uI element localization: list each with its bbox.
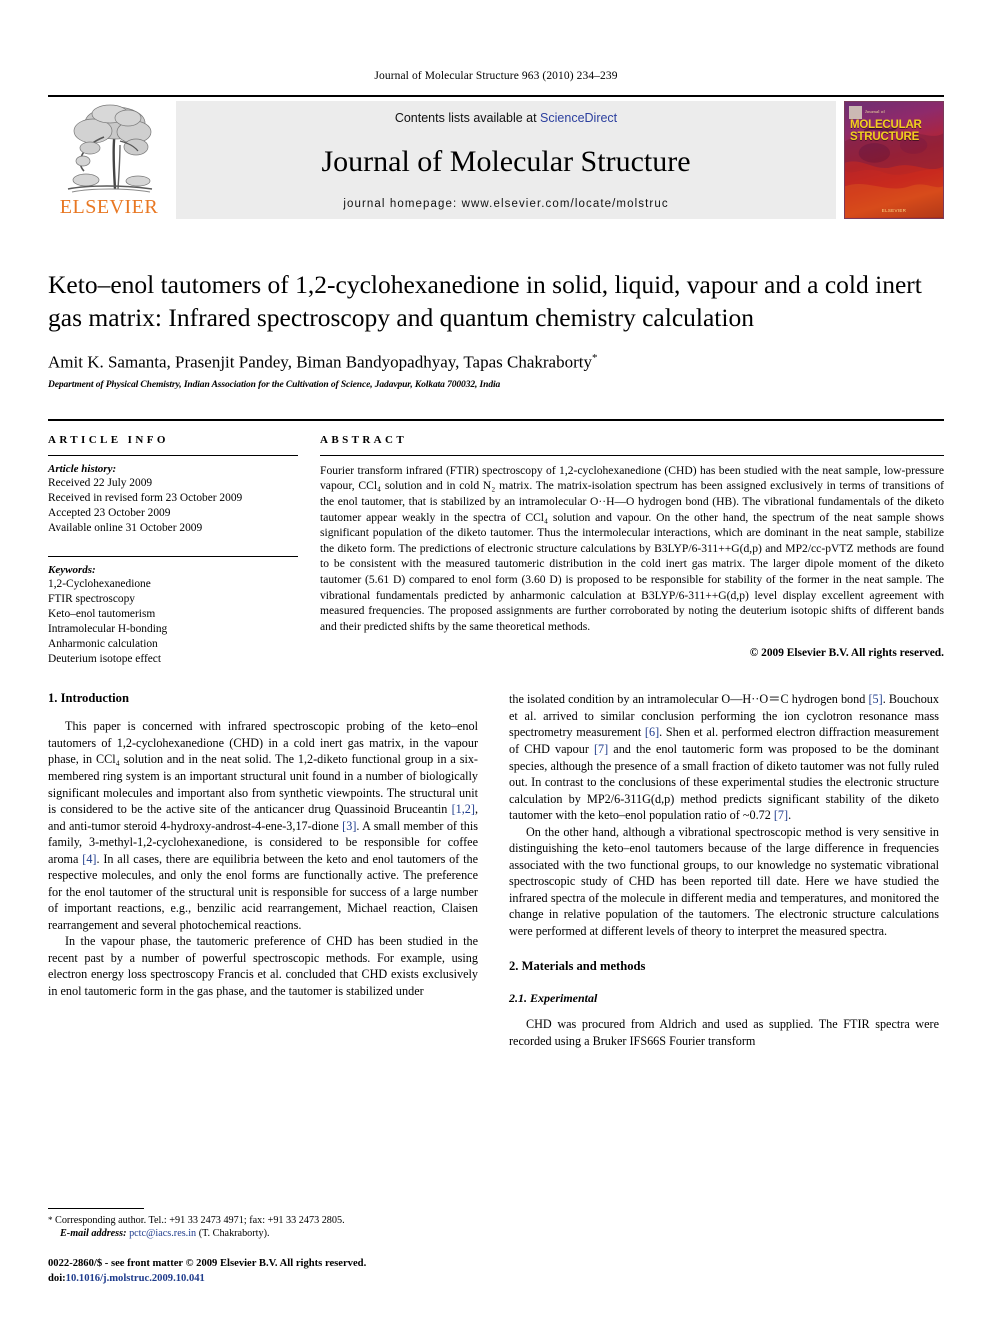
citation-link[interactable]: [4] bbox=[82, 852, 96, 866]
cover-title-line1: MOLECULAR bbox=[850, 119, 922, 131]
history-item: Received in revised form 23 October 2009 bbox=[48, 491, 243, 504]
abstract-column: ABSTRACT Fourier transform infrared (FTI… bbox=[320, 434, 944, 667]
article-page: Journal of Molecular Structure 963 (2010… bbox=[0, 0, 992, 1323]
body-column-right: the isolated condition by an intramolecu… bbox=[509, 691, 939, 1049]
keyword-item: Deuterium isotope effect bbox=[48, 653, 162, 666]
corresponding-author-text: Corresponding author. Tel.: +91 33 2473 … bbox=[55, 1214, 345, 1226]
intro-paragraph-2: In the vapour phase, the tautomeric pref… bbox=[48, 934, 478, 998]
contents-prefix: Contents lists available at bbox=[394, 111, 541, 125]
journal-cover-thumbnail[interactable]: Journal of MOLECULAR STRUCTURE ELSEVIER bbox=[844, 101, 944, 219]
title-block: Keto–enol tautomers of 1,2-cyclohexanedi… bbox=[48, 269, 944, 390]
article-info-divider bbox=[48, 454, 298, 456]
keywords-block: Keywords: 1,2-Cyclohexanedione FTIR spec… bbox=[48, 556, 298, 667]
keyword-item: FTIR spectroscopy bbox=[48, 593, 135, 606]
corresponding-author-marker: * bbox=[591, 352, 598, 365]
elsevier-wordmark: ELSEVIER bbox=[59, 196, 159, 218]
keywords-label: Keywords: bbox=[48, 564, 96, 577]
footnote-block: * Corresponding author. Tel.: +91 33 247… bbox=[48, 1207, 478, 1287]
journal-title: Journal of Molecular Structure bbox=[321, 144, 691, 178]
cover-bottom-label: ELSEVIER bbox=[881, 208, 907, 213]
elsevier-logo: ELSEVIER bbox=[48, 97, 170, 223]
affiliation: Department of Physical Chemistry, Indian… bbox=[48, 379, 501, 390]
article-history-label: Article history: bbox=[48, 462, 117, 475]
contents-available-line: Contents lists available at ScienceDirec… bbox=[395, 111, 617, 125]
corresponding-author-note: * Corresponding author. Tel.: +91 33 247… bbox=[48, 1214, 478, 1242]
citation-link[interactable]: [1,2] bbox=[452, 802, 475, 816]
body-column-left: 1. Introduction This paper is concerned … bbox=[48, 691, 478, 1049]
subsection-heading-experimental: 2.1. Experimental bbox=[509, 991, 598, 1006]
citation-link[interactable]: [7] bbox=[594, 742, 608, 756]
cover-top-label: Journal of bbox=[865, 109, 886, 114]
elsevier-tree-icon bbox=[67, 104, 153, 193]
cover-title: MOLECULAR STRUCTURE bbox=[850, 119, 940, 143]
keyword-item: Intramolecular H-bonding bbox=[48, 623, 168, 636]
citation-link[interactable]: [7] bbox=[774, 808, 788, 822]
footnote-marker: * bbox=[48, 1214, 53, 1225]
masthead-center: Contents lists available at ScienceDirec… bbox=[176, 101, 836, 219]
citation-link[interactable]: [6] bbox=[645, 725, 659, 739]
intro-p1-d: . In all cases, there are equilibria bet… bbox=[48, 851, 478, 932]
keyword-item: Anharmonic calculation bbox=[48, 638, 158, 651]
journal-homepage-line[interactable]: journal homepage: www.elsevier.com/locat… bbox=[343, 198, 668, 210]
right-p1-e: . bbox=[788, 808, 792, 823]
right-paragraph-2: On the other hand, although a vibrationa… bbox=[509, 824, 939, 938]
abstract-heading: ABSTRACT bbox=[320, 433, 408, 446]
issn-doi-block: 0022-2860/$ - see front matter © 2009 El… bbox=[48, 1257, 478, 1287]
citation-link[interactable]: [5] bbox=[868, 692, 882, 706]
email-suffix: (T. Chakraborty). bbox=[198, 1228, 270, 1240]
email-link[interactable]: pctc@iacs.res.in bbox=[129, 1228, 196, 1239]
right-p1-a: the isolated condition by an intramolecu… bbox=[509, 692, 869, 707]
doi-line: doi:10.1016/j.molstruc.2009.10.041 bbox=[48, 1272, 478, 1287]
history-item: Received 22 July 2009 bbox=[48, 476, 153, 489]
keyword-item: 1,2-Cyclohexanedione bbox=[48, 578, 151, 591]
email-label: E-mail address: bbox=[60, 1228, 127, 1240]
citation-link[interactable]: [3] bbox=[342, 819, 356, 833]
experimental-paragraph-1: CHD was procured from Aldrich and used a… bbox=[509, 1017, 939, 1048]
authors-names: Amit K. Samanta, Prasenjit Pandey, Biman… bbox=[48, 352, 592, 372]
right-paragraph-1: the isolated condition by an intramolecu… bbox=[509, 691, 939, 823]
doi-link[interactable]: 10.1016/j.molstruc.2009.10.041 bbox=[66, 1273, 205, 1284]
history-item: Accepted 23 October 2009 bbox=[48, 507, 171, 519]
section-heading-materials: 2. Materials and methods bbox=[509, 959, 646, 974]
intro-p1-a: This paper is concerned with infrared sp… bbox=[48, 719, 478, 817]
body-columns: 1. Introduction This paper is concerned … bbox=[48, 691, 944, 1049]
intro-paragraph-1: This paper is concerned with infrared sp… bbox=[48, 718, 478, 933]
page-title: Keto–enol tautomers of 1,2-cyclohexanedi… bbox=[48, 270, 922, 332]
abstract-divider bbox=[320, 454, 944, 456]
running-head: Journal of Molecular Structure 963 (2010… bbox=[374, 70, 618, 82]
sciencedirect-link[interactable]: ScienceDirect bbox=[540, 111, 617, 125]
journal-masthead: ELSEVIER Contents lists available at Sci… bbox=[48, 95, 944, 223]
section-heading-introduction: 1. Introduction bbox=[48, 691, 129, 706]
abstract-text: Fourier transform infrared (FTIR) spectr… bbox=[320, 463, 944, 633]
info-abstract-section: ARTICLE INFO Article history: Received 2… bbox=[48, 418, 944, 667]
article-info-column: ARTICLE INFO Article history: Received 2… bbox=[48, 434, 298, 667]
issn-line: 0022-2860/$ - see front matter © 2009 El… bbox=[48, 1258, 367, 1270]
cover-elsevier-mark bbox=[849, 106, 862, 119]
abstract-copyright: © 2009 Elsevier B.V. All rights reserved… bbox=[749, 647, 944, 660]
footnote-rule bbox=[48, 1207, 144, 1209]
cover-title-line2: STRUCTURE bbox=[850, 130, 920, 143]
keyword-item: Keto–enol tautomerism bbox=[48, 608, 156, 621]
author-list: Amit K. Samanta, Prasenjit Pandey, Biman… bbox=[48, 352, 944, 373]
keywords-divider bbox=[48, 556, 298, 558]
history-item: Available online 31 October 2009 bbox=[48, 522, 203, 535]
article-info-heading: ARTICLE INFO bbox=[48, 433, 169, 446]
doi-label: doi: bbox=[48, 1273, 66, 1285]
